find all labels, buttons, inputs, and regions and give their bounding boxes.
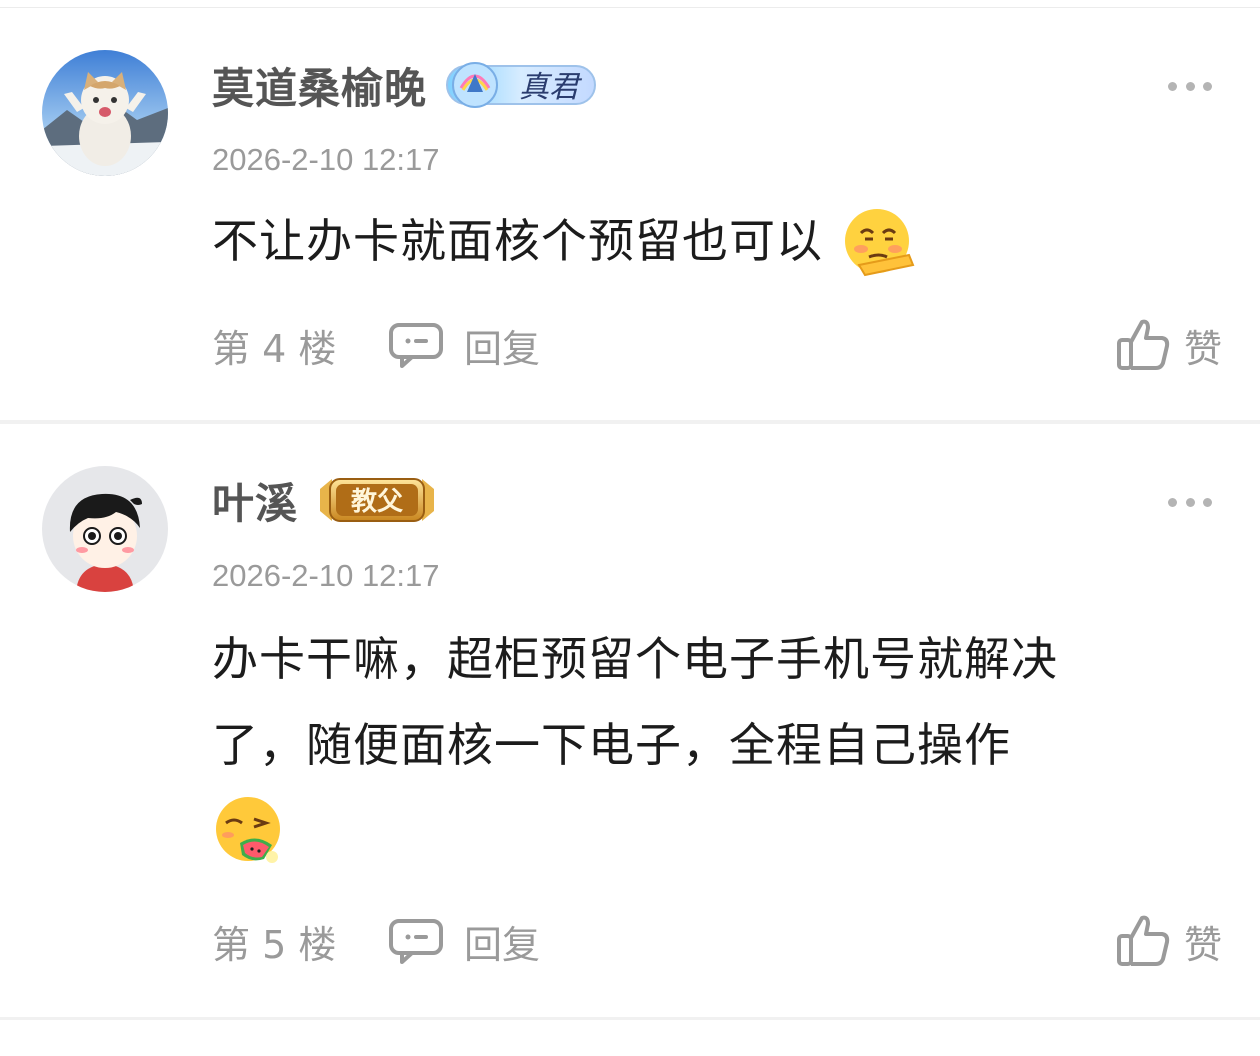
thumbs-up-icon <box>1116 915 1170 966</box>
comment-footer: 第 4 楼 回复 赞 <box>212 318 1222 372</box>
reply-bubble-icon <box>389 323 443 368</box>
like-button[interactable]: 赞 <box>1116 914 1222 969</box>
like-button[interactable]: 赞 <box>1116 318 1222 373</box>
level-badge-icon: 真君 <box>446 62 597 108</box>
like-label: 赞 <box>1183 922 1222 967</box>
comment-footer: 第 5 楼 回复 赞 <box>212 914 1222 968</box>
gold-title-badge-icon: 教父 <box>320 478 435 522</box>
timestamp: 2026-2-10 12:17 <box>212 558 440 593</box>
comment-text: 不让办卡就面核个预留也可以 <box>212 198 1222 287</box>
floor-number: 第 5 楼 <box>212 922 337 967</box>
timestamp: 2026-2-10 12:17 <box>212 142 440 177</box>
comment-item: 叶溪 教父 2026-2-10 12:17 办卡干嘛，超柜预留个电子手机号就解决… <box>0 424 1260 1018</box>
reply-label: 回复 <box>464 922 541 967</box>
reply-button[interactable]: 回复 <box>388 914 540 969</box>
comment-divider <box>0 1017 1260 1020</box>
like-label: 赞 <box>1183 326 1222 371</box>
floor-number: 第 4 楼 <box>212 326 337 371</box>
reply-label: 回复 <box>464 326 541 371</box>
more-options-button[interactable] <box>1168 76 1212 96</box>
comment-text-body: 不让办卡就面核个预留也可以 <box>212 214 823 268</box>
smirk-hand-emoji-icon <box>844 208 914 276</box>
eating-watermelon-emoji-icon <box>216 797 280 863</box>
comment-text: 办卡干嘛，超柜预留个电子手机号就解决 了，随便面核一下电子，全程自己操作 <box>212 616 1222 874</box>
svg-text:教父: 教父 <box>351 487 404 517</box>
reply-bubble-icon <box>389 919 443 964</box>
reply-button[interactable]: 回复 <box>388 318 540 373</box>
avatar[interactable] <box>42 50 168 176</box>
username-row: 叶溪 教父 <box>212 470 438 530</box>
thumbs-up-icon <box>1116 319 1170 370</box>
comment-text-line: 了，随便面核一下电子，全程自己操作 <box>212 718 1011 772</box>
svg-text:真君: 真君 <box>519 70 583 105</box>
username-row: 莫道桑榆晚 真君 <box>212 55 597 115</box>
username[interactable]: 叶溪 <box>212 470 298 531</box>
avatar[interactable] <box>42 466 168 592</box>
username[interactable]: 莫道桑榆晚 <box>212 55 427 116</box>
comment-item: 莫道桑榆晚 真君 2026-2-10 12:17 不让办卡就面核个预留也可以 第… <box>0 0 1260 420</box>
more-options-button[interactable] <box>1168 492 1212 512</box>
comment-text-line: 办卡干嘛，超柜预留个电子手机号就解决 <box>212 632 1058 686</box>
